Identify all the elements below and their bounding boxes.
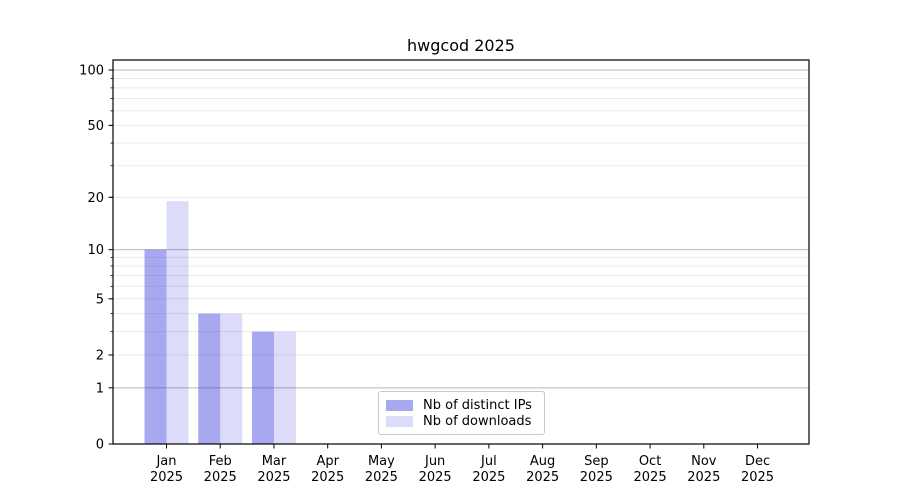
- x-tick-label-year: 2025: [580, 470, 613, 485]
- x-tick-label-year: 2025: [365, 470, 398, 485]
- x-tick-label-year: 2025: [419, 470, 452, 485]
- legend-item-downloads: Nb of downloads: [386, 413, 544, 429]
- x-tick-label-month: Sep: [584, 454, 609, 469]
- x-tick-label-year: 2025: [257, 470, 290, 485]
- y-tick-label: 50: [87, 119, 104, 134]
- y-tick-label: 0: [96, 438, 104, 453]
- bar-mar-s1: [273, 331, 296, 444]
- x-tick-label-month: Apr: [316, 454, 339, 469]
- x-tick-label-month: May: [368, 454, 395, 469]
- chart-title: hwgcod 2025: [407, 36, 515, 55]
- legend-swatch-distinct-ips: [386, 399, 413, 411]
- chart-figure: 0 1 2 5 10 20 50 100 Jan 2025 Feb 2025 Mar 2025 Apr 202…: [0, 0, 900, 500]
- x-tick-label-month: Dec: [745, 454, 770, 469]
- x-tick-label-year: 2025: [204, 470, 237, 485]
- legend-label-distinct-ips: Nb of distinct IPs: [423, 397, 532, 413]
- y-tick-label: 10: [87, 243, 104, 258]
- y-tick-label: 1: [96, 381, 104, 396]
- y-tick-label: 2: [96, 348, 104, 363]
- y-tick-label: 20: [87, 191, 104, 206]
- legend-swatch-downloads: [386, 415, 413, 427]
- x-tick-label-month: Feb: [209, 454, 232, 469]
- x-tick-label-month: Aug: [530, 454, 555, 469]
- x-tick-label-year: 2025: [311, 470, 344, 485]
- x-tick-label-month: Jan: [155, 454, 176, 469]
- legend-item-distinct-ips: Nb of distinct IPs: [386, 397, 544, 413]
- x-tick-label-year: 2025: [634, 470, 667, 485]
- legend-label-downloads: Nb of downloads: [423, 413, 532, 429]
- x-tick-label-year: 2025: [472, 470, 505, 485]
- x-tick-label-year: 2025: [526, 470, 559, 485]
- bar-jan-s0: [144, 249, 167, 444]
- y-tick-label: 100: [79, 64, 104, 79]
- bar-feb-s1: [220, 313, 243, 444]
- legend: Nb of distinct IPs Nb of downloads: [378, 391, 545, 435]
- y-tick-label: 5: [96, 292, 104, 307]
- x-tick-label-year: 2025: [150, 470, 183, 485]
- bar-mar-s0: [251, 331, 274, 444]
- x-tick-label-month: Nov: [691, 454, 717, 469]
- x-tick-label-month: Mar: [262, 454, 287, 469]
- x-tick-label-month: Oct: [639, 454, 661, 469]
- x-tick-label-year: 2025: [741, 470, 774, 485]
- bar-feb-s0: [198, 313, 221, 444]
- x-tick-label-year: 2025: [687, 470, 720, 485]
- x-tick-label-month: Jul: [480, 454, 497, 469]
- x-tick-label-month: Jun: [424, 454, 445, 469]
- bar-jan-s1: [166, 201, 189, 444]
